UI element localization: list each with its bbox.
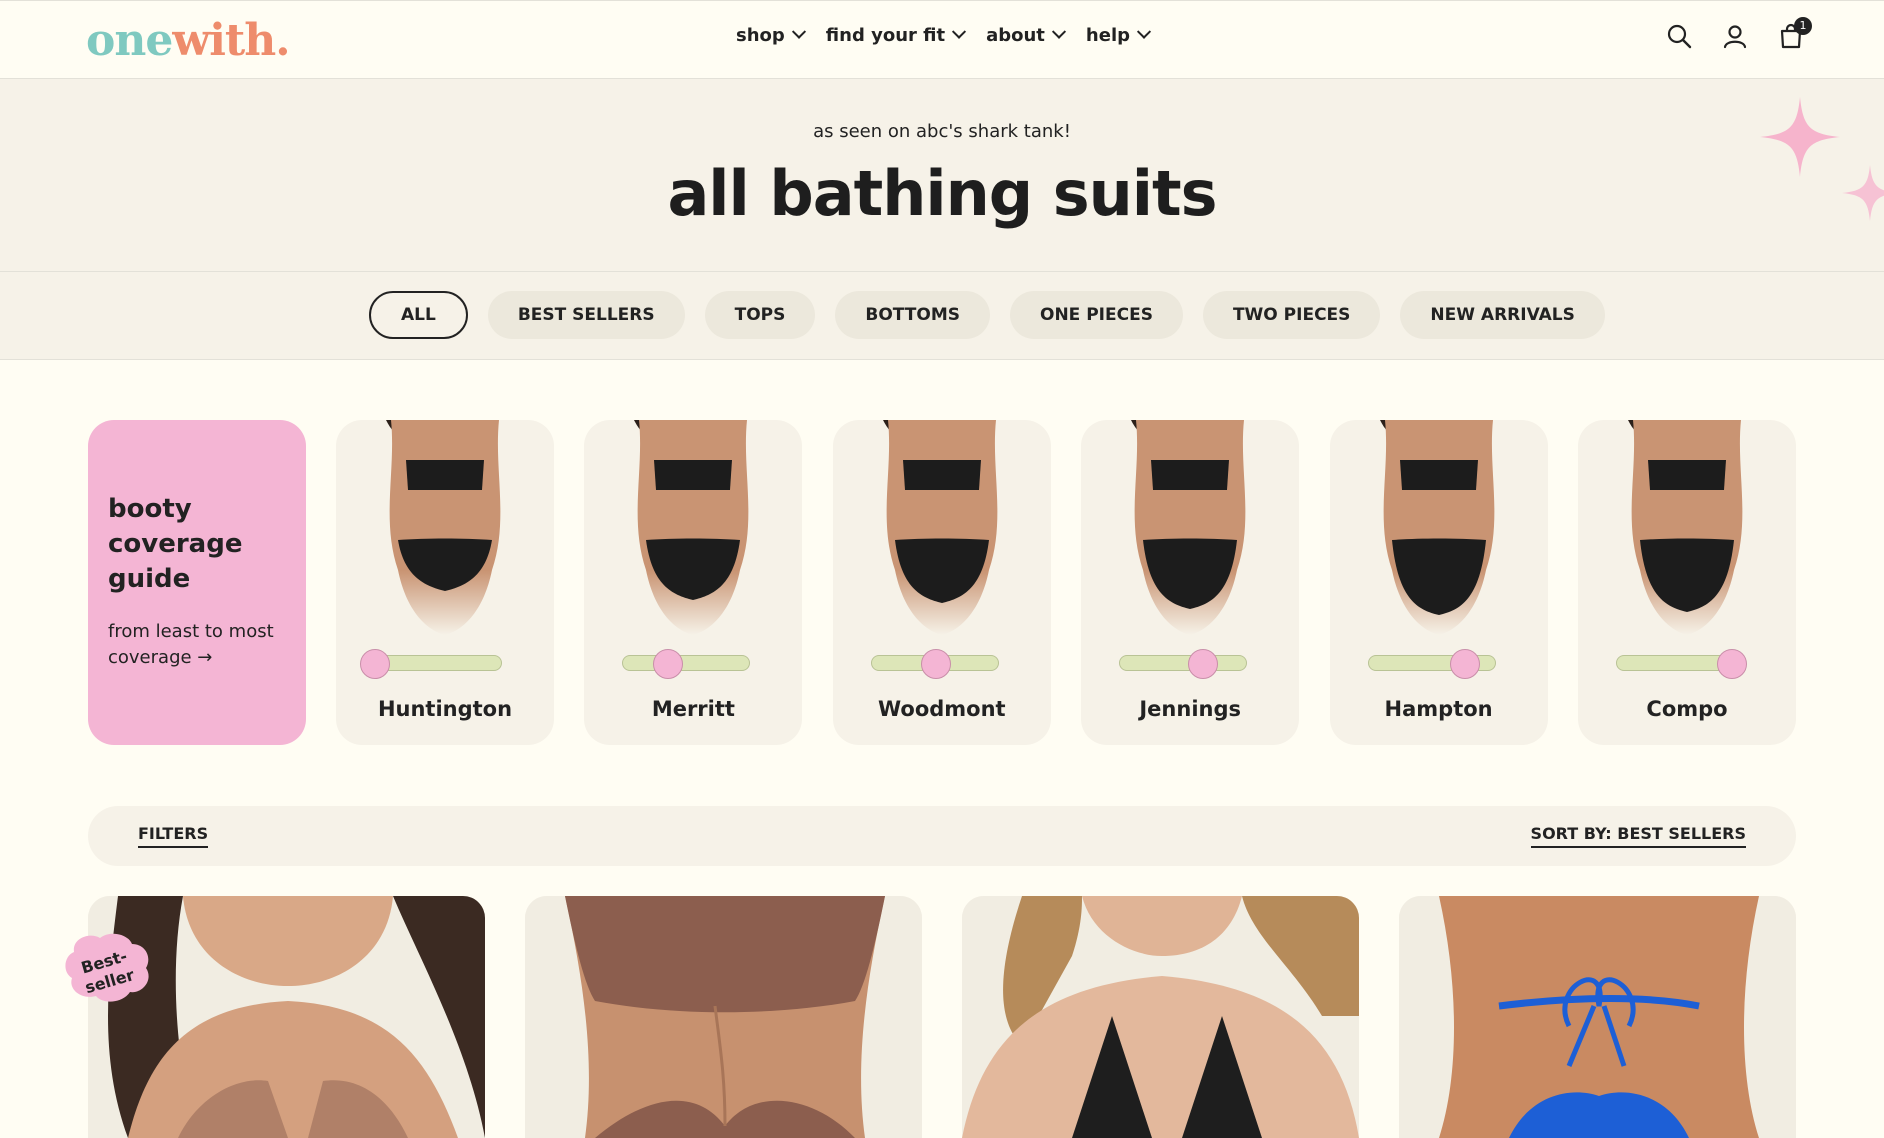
coverage-slider (360, 649, 502, 679)
guide-title-line: guide (108, 564, 191, 594)
chevron-down-icon (1051, 24, 1066, 39)
logo-part-one: one (86, 15, 173, 66)
nav-help-label: help (1085, 25, 1130, 46)
search-icon[interactable] (1666, 23, 1692, 49)
coverage-slider (870, 649, 999, 679)
style-name: Jennings (1139, 697, 1241, 721)
coverage-guide-subtitle: from least to most coverage → (108, 619, 286, 671)
nav-about-label: about (986, 25, 1045, 46)
hero-subtitle: as seen on abc's shark tank! (813, 121, 1071, 142)
product-card[interactable] (525, 896, 922, 1138)
coverage-guide-card[interactable]: booty coverage guide from least to most … (88, 420, 306, 745)
coverage-style-card[interactable]: Hampton (1329, 420, 1548, 745)
best-seller-badge: Best- seller (62, 930, 152, 1006)
site-header: onewith. shop find your fit about help 1 (0, 0, 1884, 79)
coverage-slider-knob (360, 649, 390, 679)
style-model-image (882, 420, 998, 635)
coverage-style-card[interactable]: Huntington (336, 420, 554, 745)
guide-title-line: coverage (108, 529, 243, 559)
tab-bottoms[interactable]: BOTTOMS (835, 291, 990, 339)
nav-shop-label: shop (736, 25, 785, 46)
sparkle-icon (1842, 165, 1884, 221)
tab-tops[interactable]: TOPS (704, 291, 816, 339)
sort-button[interactable]: SORT BY: BEST SELLERS (1530, 824, 1746, 848)
product-image (1399, 896, 1796, 1138)
style-name: Hampton (1384, 697, 1493, 721)
onewith-logo[interactable]: onewith. (86, 15, 291, 66)
style-model-image (1628, 420, 1743, 635)
style-model-image (1131, 420, 1246, 635)
category-tabs: ALL BEST SELLERS TOPS BOTTOMS ONE PIECES… (0, 272, 1884, 360)
style-name: Merritt (651, 697, 735, 721)
tab-best-sellers[interactable]: BEST SELLERS (487, 291, 685, 339)
nav-about[interactable]: about (986, 24, 1066, 46)
style-model-image (634, 420, 749, 635)
page-title: all bathing suits (667, 157, 1217, 230)
chevron-down-icon (791, 24, 806, 39)
coverage-slider (1367, 649, 1496, 679)
bag-icon[interactable]: 1 (1778, 17, 1812, 49)
sparkle-icon (1760, 97, 1840, 177)
cart-count-badge: 1 (1794, 17, 1812, 35)
coverage-style-card[interactable]: Merritt (584, 420, 803, 745)
tab-one-pieces[interactable]: ONE PIECES (1010, 291, 1183, 339)
coverage-slider-knob (1188, 649, 1219, 679)
filter-sort-bar: FILTERS SORT BY: BEST SELLERS (88, 806, 1796, 866)
tab-new-arrivals[interactable]: NEW ARRIVALS (1400, 291, 1605, 339)
coverage-slider-knob (1717, 649, 1748, 679)
nav-find-your-fit-label: find your fit (825, 25, 946, 46)
guide-subtitle-line: from least to most (108, 621, 274, 642)
coverage-slider (622, 649, 751, 679)
main-nav: shop find your fit about help (736, 24, 1152, 46)
coverage-guide-title: booty coverage guide (108, 492, 286, 597)
nav-shop[interactable]: shop (736, 24, 806, 46)
tab-two-pieces[interactable]: TWO PIECES (1202, 291, 1381, 339)
nav-help[interactable]: help (1085, 24, 1152, 46)
coverage-slider-knob (920, 649, 951, 679)
style-name: Huntington (377, 697, 513, 721)
coverage-slider-knob (1449, 649, 1480, 679)
collection-hero: as seen on abc's shark tank! all bathing… (0, 79, 1884, 272)
coverage-style-card[interactable]: Woodmont (832, 420, 1051, 745)
style-model-image (1379, 420, 1494, 635)
guide-title-line: booty (108, 494, 192, 524)
coverage-slider-knob (653, 649, 684, 679)
style-name: Compo (1646, 697, 1728, 721)
coverage-style-card[interactable]: Jennings (1081, 420, 1300, 745)
style-name: Woodmont (877, 697, 1006, 721)
product-card[interactable] (1399, 896, 1796, 1138)
product-card[interactable] (962, 896, 1359, 1138)
filters-button[interactable]: FILTERS (138, 824, 209, 848)
tab-all[interactable]: ALL (369, 291, 468, 339)
nav-find-your-fit[interactable]: find your fit (825, 24, 967, 46)
guide-subtitle-line: coverage → (108, 647, 213, 668)
chevron-down-icon (952, 24, 967, 39)
chevron-down-icon (1136, 24, 1152, 39)
product-image (525, 896, 922, 1138)
logo-dot: . (275, 15, 290, 66)
product-image (962, 896, 1359, 1138)
coverage-slider (1616, 649, 1748, 679)
coverage-slider (1119, 649, 1248, 679)
coverage-style-card[interactable]: Compo (1578, 420, 1796, 745)
logo-part-with: with (172, 15, 276, 66)
style-model-image (386, 420, 501, 635)
header-actions: 1 (1666, 17, 1812, 49)
user-icon[interactable] (1722, 23, 1748, 49)
